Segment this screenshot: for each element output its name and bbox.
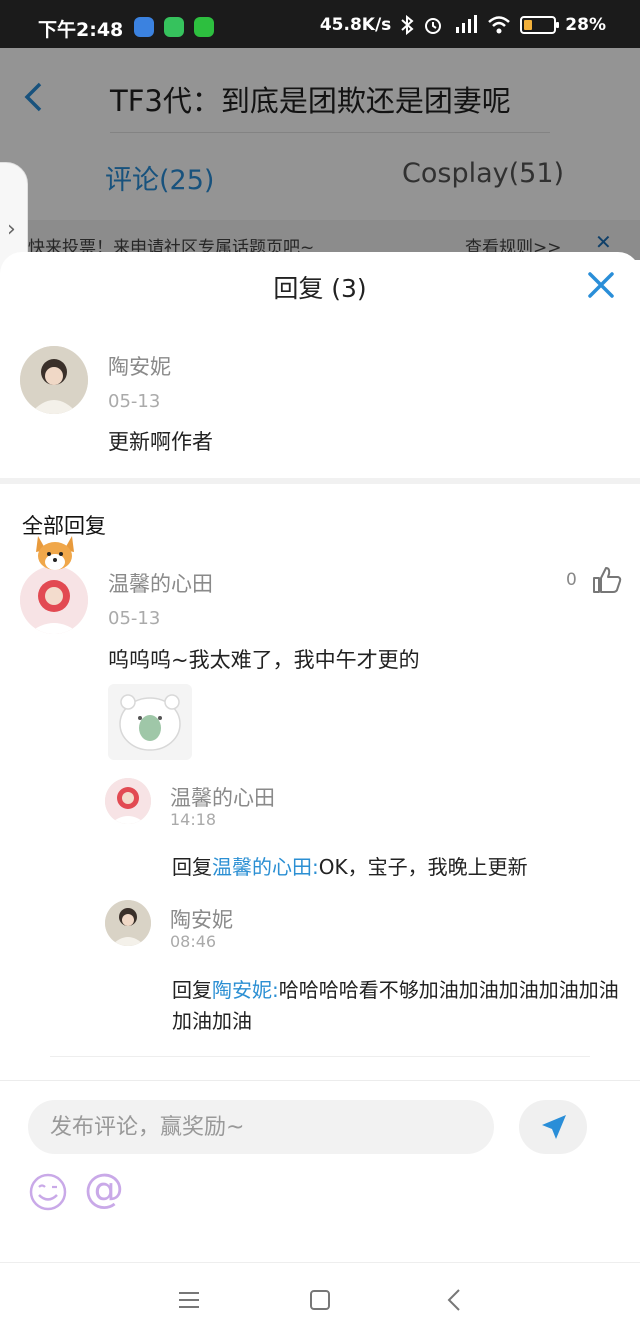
comment-author[interactable]: 陶安妮	[108, 351, 171, 381]
battery-percent: 28%	[565, 15, 606, 35]
sub-reply-text: 回复温馨的心田:OK，宝子，我晚上更新	[172, 852, 622, 883]
sub-reply-text: 回复陶安妮:哈哈哈哈看不够加油加油加油加油加油加油加油	[172, 975, 622, 1037]
battery-icon	[520, 16, 560, 34]
reply-text: 呜呜呜~我太难了，我中午才更的	[108, 648, 420, 672]
avatar[interactable]	[105, 900, 151, 946]
corgi-frame-icon	[36, 536, 74, 570]
reply-content: OK，宝子，我晚上更新	[318, 855, 528, 879]
wifi-icon	[488, 16, 511, 34]
sub-reply-author[interactable]: 陶安妮	[170, 904, 233, 934]
sticker-image[interactable]	[108, 684, 192, 760]
home-icon[interactable]	[306, 1286, 334, 1314]
close-icon[interactable]	[584, 268, 618, 302]
dim-overlay[interactable]	[0, 48, 640, 260]
reply-prefix: 回复	[172, 855, 212, 879]
comment-input-box[interactable]	[28, 1100, 494, 1154]
send-icon	[542, 1115, 566, 1139]
wechat-notification-icon	[194, 17, 214, 37]
status-right: 45.8K/s 28%	[320, 15, 606, 35]
menu-icon[interactable]	[175, 1286, 203, 1314]
reply-author[interactable]: 温馨的心田	[108, 568, 213, 598]
bluetooth-icon	[401, 15, 414, 35]
status-time: 下午2:48	[38, 19, 124, 41]
reply-prefix: 回复	[172, 978, 212, 1002]
section-divider	[0, 478, 640, 484]
status-bar: 下午2:48 45.8K/s 28%	[0, 0, 640, 48]
reply-target-link[interactable]: 陶安妮:	[212, 978, 279, 1002]
android-notification-icon	[164, 17, 184, 37]
comment-text: 更新啊作者	[108, 430, 213, 454]
comment-date: 05-13	[108, 391, 161, 412]
back-nav-icon[interactable]	[441, 1286, 469, 1314]
sub-reply-author[interactable]: 温馨的心田	[170, 782, 275, 812]
comment-input[interactable]	[28, 1100, 494, 1154]
alarm-icon	[425, 18, 442, 34]
emoji-icon[interactable]	[28, 1172, 68, 1212]
mention-button[interactable]: @	[84, 1166, 124, 1212]
avatar[interactable]	[105, 778, 151, 824]
list-divider	[50, 1056, 590, 1057]
network-speed: 45.8K/s	[319, 15, 392, 35]
reply-target-link[interactable]: 温馨的心田:	[212, 855, 319, 879]
avatar[interactable]	[20, 346, 88, 414]
sub-reply-time: 14:18	[170, 810, 217, 829]
like-count: 0	[566, 570, 577, 590]
sub-reply-time: 08:46	[170, 932, 217, 951]
thumbs-up-icon[interactable]	[592, 566, 622, 594]
send-button[interactable]	[519, 1100, 587, 1154]
app-notification-icon	[134, 17, 154, 37]
reply-date: 05-13	[108, 608, 161, 629]
sheet-title: 回复 (3)	[273, 274, 367, 303]
signal-icon	[456, 15, 478, 33]
chevron-right-icon: ›	[7, 217, 16, 242]
